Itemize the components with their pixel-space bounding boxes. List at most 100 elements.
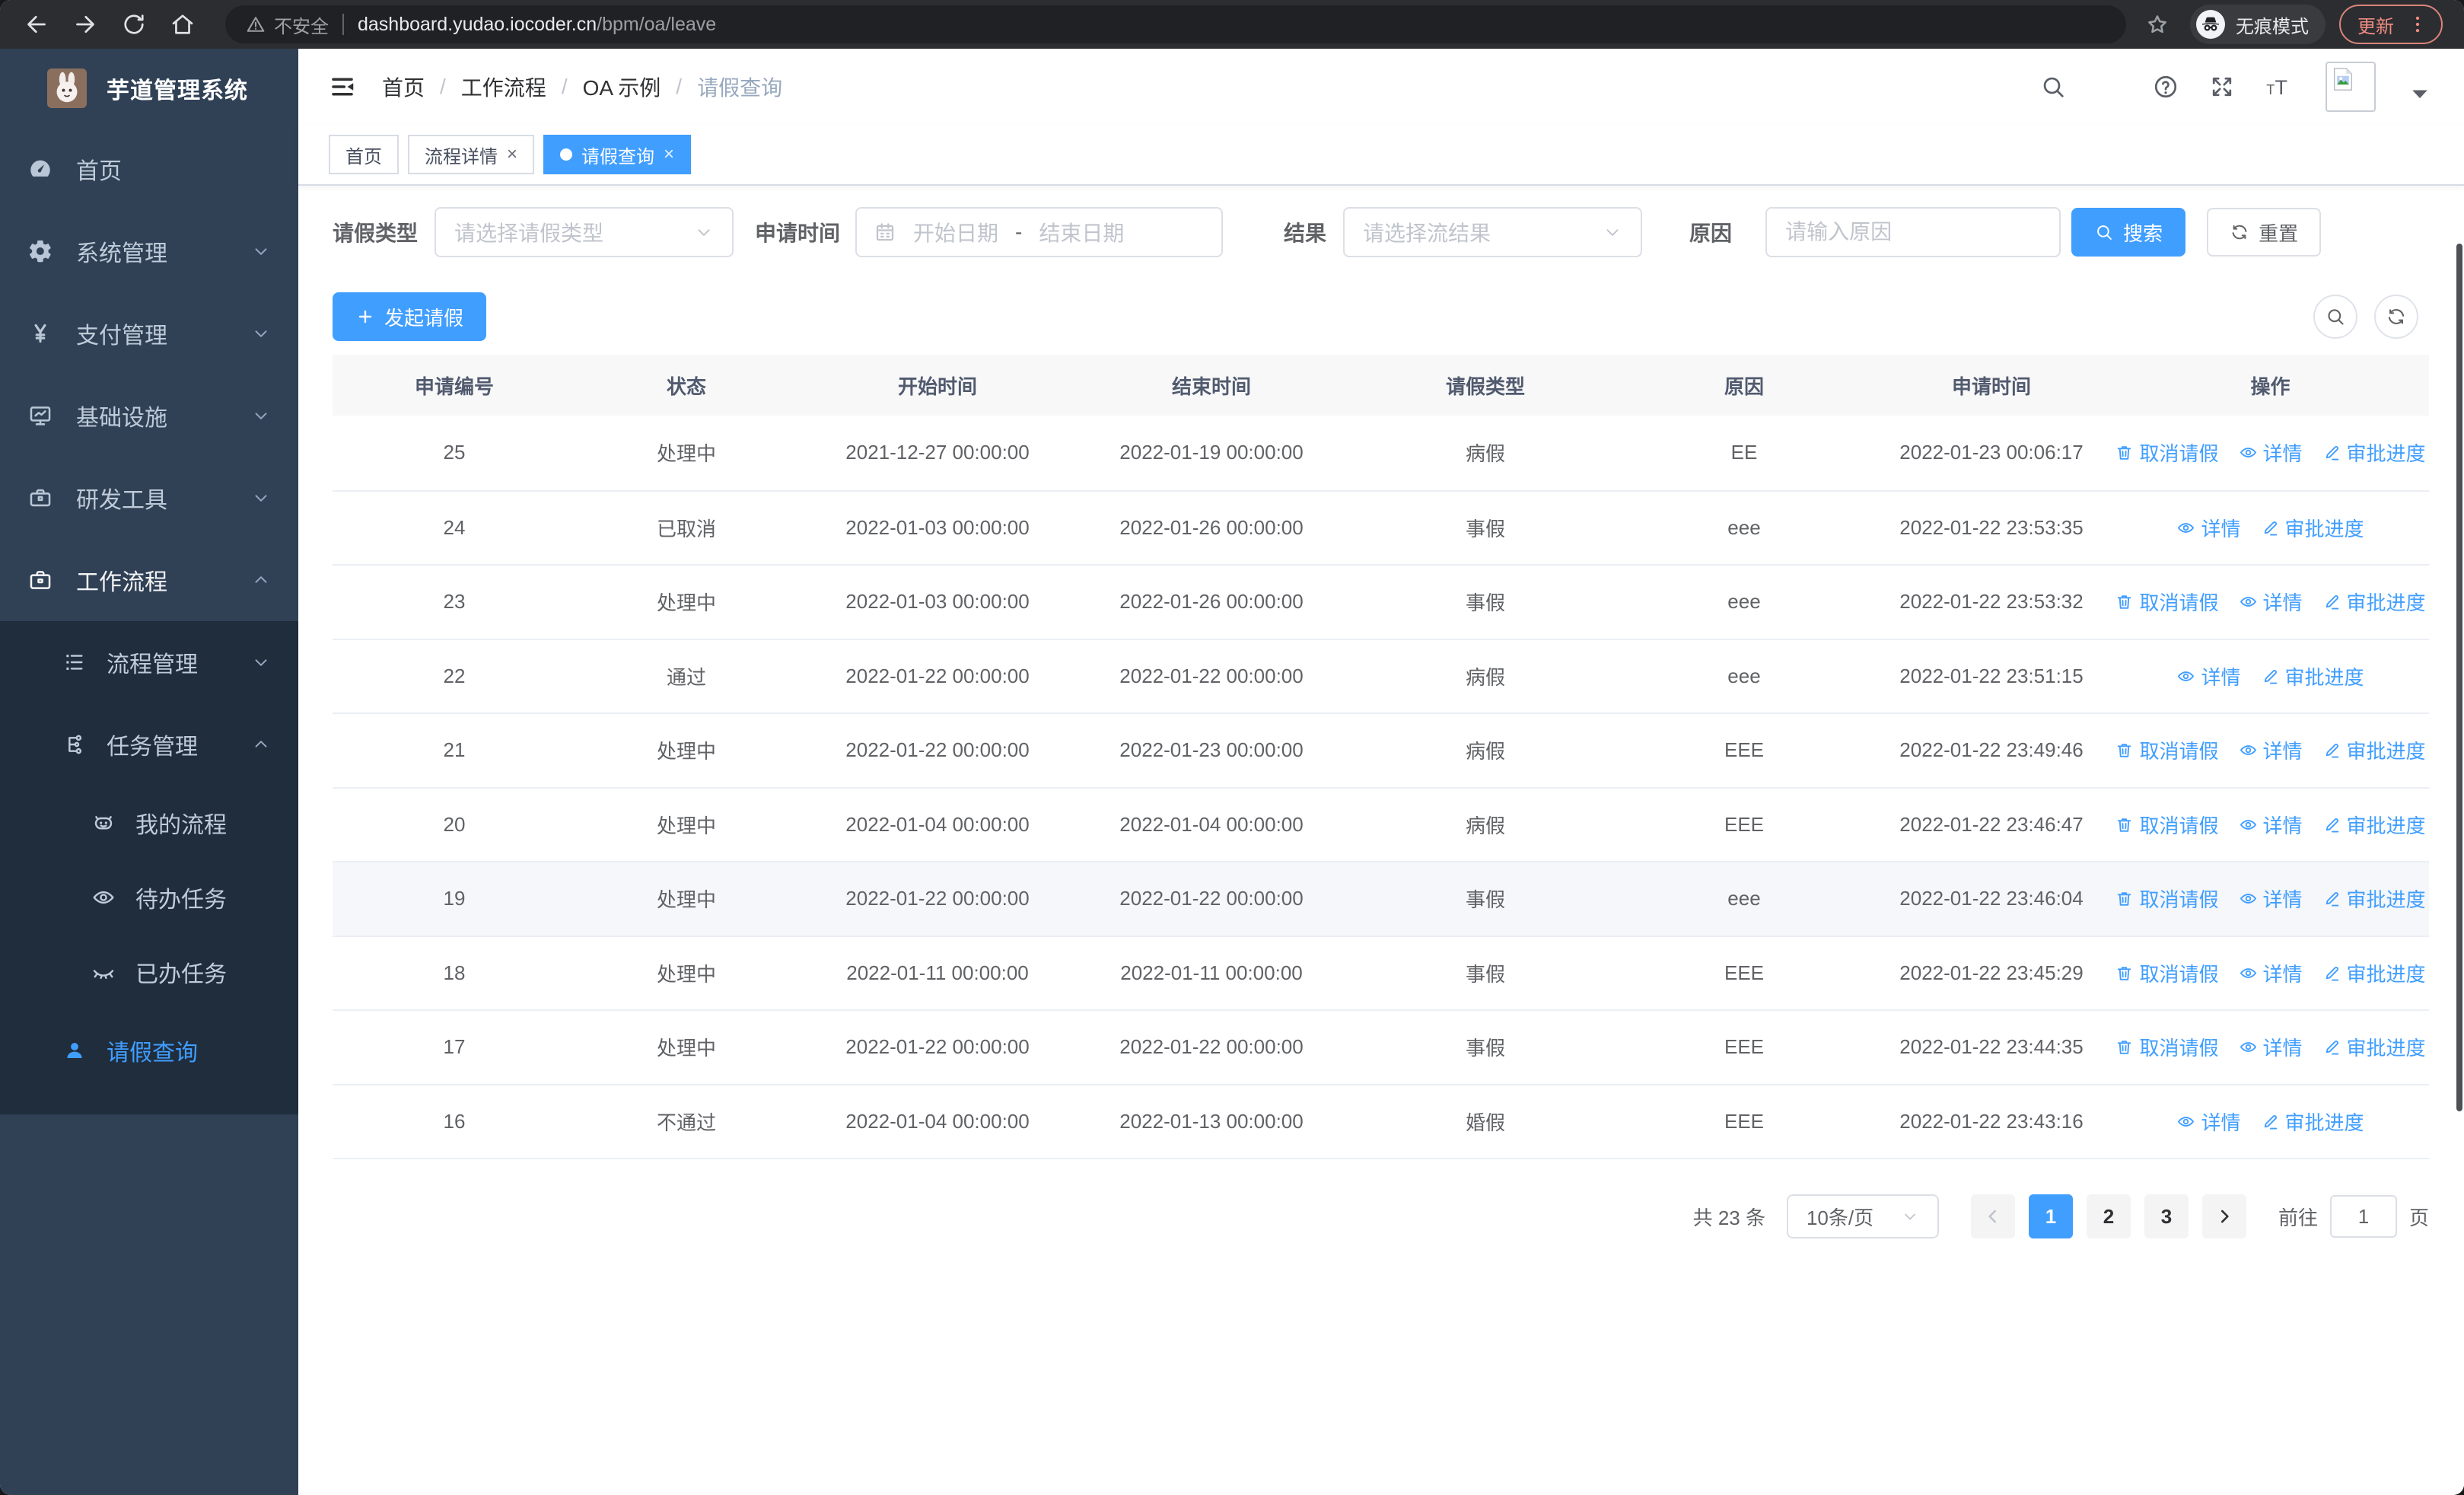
prev-page-button[interactable] [1970, 1194, 2015, 1238]
row-action-progress-link[interactable]: 审批进度 [2322, 885, 2426, 913]
breadcrumb-item-0[interactable]: 首页 [382, 72, 425, 102]
table-row[interactable]: 19 处理中 2022-01-22 00:00:00 2022-01-22 00:00… [333, 861, 2429, 936]
table-row[interactable]: 16 不通过 2022-01-04 00:00:00 2022-01-13 00:00… [333, 1083, 2429, 1159]
page-size-select[interactable]: 10条/页 [1786, 1194, 1939, 1238]
page-2-button[interactable]: 2 [2086, 1194, 2131, 1238]
sidebar-subitem-4[interactable]: 已办任务 [0, 935, 298, 1009]
cell-reason: eee [1727, 887, 1761, 910]
reset-button[interactable]: 重置 [2207, 208, 2322, 257]
leave-type-select[interactable]: 请选择请假类型 [435, 207, 734, 257]
table-row[interactable]: 22 通过 2022-01-22 00:00:00 2022-01-22 00:00:… [333, 638, 2429, 713]
show-search-toggle-button[interactable] [2313, 295, 2357, 339]
row-action-cancel-link[interactable]: 取消请假 [2115, 1033, 2219, 1061]
collapse-sidebar-icon[interactable] [329, 73, 356, 100]
page-scrollbar-thumb[interactable] [2456, 244, 2462, 1111]
row-action-cancel-link[interactable]: 取消请假 [2115, 811, 2219, 839]
row-action-cancel-link[interactable]: 取消请假 [2115, 885, 2219, 913]
forward-icon [72, 11, 99, 38]
avatar-caret-down-icon[interactable] [2406, 80, 2434, 107]
help-icon[interactable] [2152, 73, 2179, 100]
pen-icon [2261, 667, 2280, 686]
font-size-icon[interactable]: TT [2265, 73, 2292, 100]
table-row[interactable]: 23 处理中 2022-01-03 00:00:00 2022-01-26 00:00… [333, 564, 2429, 639]
row-action-cancel-link[interactable]: 取消请假 [2115, 588, 2219, 616]
fullscreen-icon[interactable] [2208, 73, 2236, 100]
home-button[interactable] [158, 6, 207, 43]
page-1-button[interactable]: 1 [2028, 1194, 2073, 1238]
row-action-detail-link[interactable]: 详情 [2176, 662, 2241, 690]
sidebar-subitem-0[interactable]: 流程管理 [0, 621, 298, 703]
table-row[interactable]: 21 处理中 2022-01-22 00:00:00 2022-01-23 00:00… [333, 712, 2429, 787]
address-bar[interactable]: 不安全 dashboard.yudao.iocoder.cn/bpm/oa/le… [225, 5, 2126, 43]
row-action-detail-link[interactable]: 详情 [2239, 885, 2303, 913]
close-tab-icon[interactable]: × [664, 145, 674, 164]
refresh-table-button[interactable] [2374, 295, 2418, 339]
github-icon[interactable] [2096, 73, 2123, 100]
sidebar-logo[interactable]: 芋道管理系统 [0, 49, 298, 128]
row-action-progress-link[interactable]: 审批进度 [2322, 588, 2426, 616]
table-row[interactable]: 17 处理中 2022-01-22 00:00:00 2022-01-22 00:00… [333, 1009, 2429, 1084]
reason-input[interactable] [1767, 209, 2060, 256]
breadcrumb-separator: / [561, 75, 568, 98]
table-row[interactable]: 20 处理中 2022-01-04 00:00:00 2022-01-04 00:00… [333, 786, 2429, 862]
reason-label: 原因 [1689, 222, 1733, 245]
sidebar-subitem-1[interactable]: 任务管理 [0, 703, 298, 786]
sidebar-item-4[interactable]: 研发工具 [0, 457, 298, 539]
table-row[interactable]: 18 处理中 2022-01-11 00:00:00 2022-01-11 00:00… [333, 935, 2429, 1010]
table-row[interactable]: 25 处理中 2021-12-27 00:00:00 2022-01-19 00:00… [333, 416, 2429, 490]
row-action-detail-link[interactable]: 详情 [2239, 1033, 2303, 1061]
create-leave-button[interactable]: 发起请假 [333, 292, 487, 341]
row-action-progress-link[interactable]: 审批进度 [2322, 811, 2426, 839]
row-action-cancel-link[interactable]: 取消请假 [2115, 959, 2219, 987]
apply-time-range-picker[interactable]: 开始日期 - 结束日期 [855, 207, 1224, 257]
sidebar-item-5[interactable]: 工作流程 [0, 539, 298, 621]
row-action-progress-link[interactable]: 审批进度 [2261, 514, 2364, 542]
row-action-detail-link[interactable]: 详情 [2239, 588, 2303, 616]
table-row[interactable]: 24 已取消 2022-01-03 00:00:00 2022-01-26 00:00… [333, 489, 2429, 565]
row-action-cancel-link[interactable]: 取消请假 [2115, 736, 2219, 764]
close-tab-icon[interactable]: × [507, 145, 517, 164]
breadcrumb-item-1[interactable]: 工作流程 [461, 72, 546, 102]
row-action-progress-link[interactable]: 审批进度 [2322, 1033, 2426, 1061]
row-action-detail-link[interactable]: 详情 [2239, 959, 2303, 987]
page-3-button[interactable]: 3 [2144, 1194, 2189, 1238]
cell-apply-time: 2022-01-22 23:51:15 [1899, 664, 2084, 687]
row-action-progress-link[interactable]: 审批进度 [2322, 959, 2426, 987]
goto-page-input[interactable] [2329, 1195, 2397, 1238]
sidebar-item-1[interactable]: 系统管理 [0, 210, 298, 292]
search-icon[interactable] [2039, 73, 2067, 100]
tab-1[interactable]: 流程详情 × [408, 135, 535, 174]
sidebar-subitem-2[interactable]: 我的流程 [0, 786, 298, 860]
row-action-detail-link[interactable]: 详情 [2176, 514, 2241, 542]
chrome-update-button[interactable]: 更新 [2339, 5, 2443, 44]
back-button[interactable] [12, 6, 61, 43]
row-action-detail-link[interactable]: 详情 [2176, 1108, 2241, 1136]
table-toolbar: 发起请假 [333, 292, 2429, 341]
row-action-progress-link[interactable]: 审批进度 [2322, 736, 2426, 764]
sidebar-item-3[interactable]: 基础设施 [0, 375, 298, 457]
search-button[interactable]: 搜索 [2071, 208, 2186, 257]
row-action-detail-link[interactable]: 详情 [2239, 736, 2303, 764]
row-action-detail-link[interactable]: 详情 [2239, 811, 2303, 839]
forward-button[interactable] [61, 6, 110, 43]
pen-icon [2261, 518, 2280, 537]
sidebar-item-2[interactable]: 支付管理 [0, 292, 298, 375]
row-action-cancel-link[interactable]: 取消请假 [2115, 438, 2219, 467]
kebab-menu-icon[interactable] [2406, 13, 2429, 36]
sidebar-subitem-5[interactable]: 请假查询 [0, 1009, 298, 1092]
user-avatar-broken-image[interactable] [2326, 62, 2376, 112]
tab-2[interactable]: 请假查询 × [543, 135, 692, 174]
row-action-progress-link[interactable]: 审批进度 [2261, 662, 2364, 690]
result-select[interactable]: 请选择流结果 [1343, 207, 1643, 257]
breadcrumb-item-2[interactable]: OA 示例 [583, 72, 661, 102]
bookmark-star-icon[interactable] [2144, 11, 2170, 37]
next-page-button[interactable] [2201, 1194, 2246, 1238]
reload-button[interactable] [110, 6, 158, 43]
cell-end-time: 2022-01-22 00:00:00 [1119, 1035, 1304, 1059]
row-action-progress-link[interactable]: 审批进度 [2322, 438, 2426, 467]
row-action-progress-link[interactable]: 审批进度 [2261, 1108, 2364, 1136]
sidebar-subitem-3[interactable]: 待办任务 [0, 860, 298, 935]
sidebar-item-0[interactable]: 首页 [0, 128, 298, 210]
tab-0[interactable]: 首页 [329, 135, 399, 174]
row-action-detail-link[interactable]: 详情 [2239, 438, 2303, 467]
